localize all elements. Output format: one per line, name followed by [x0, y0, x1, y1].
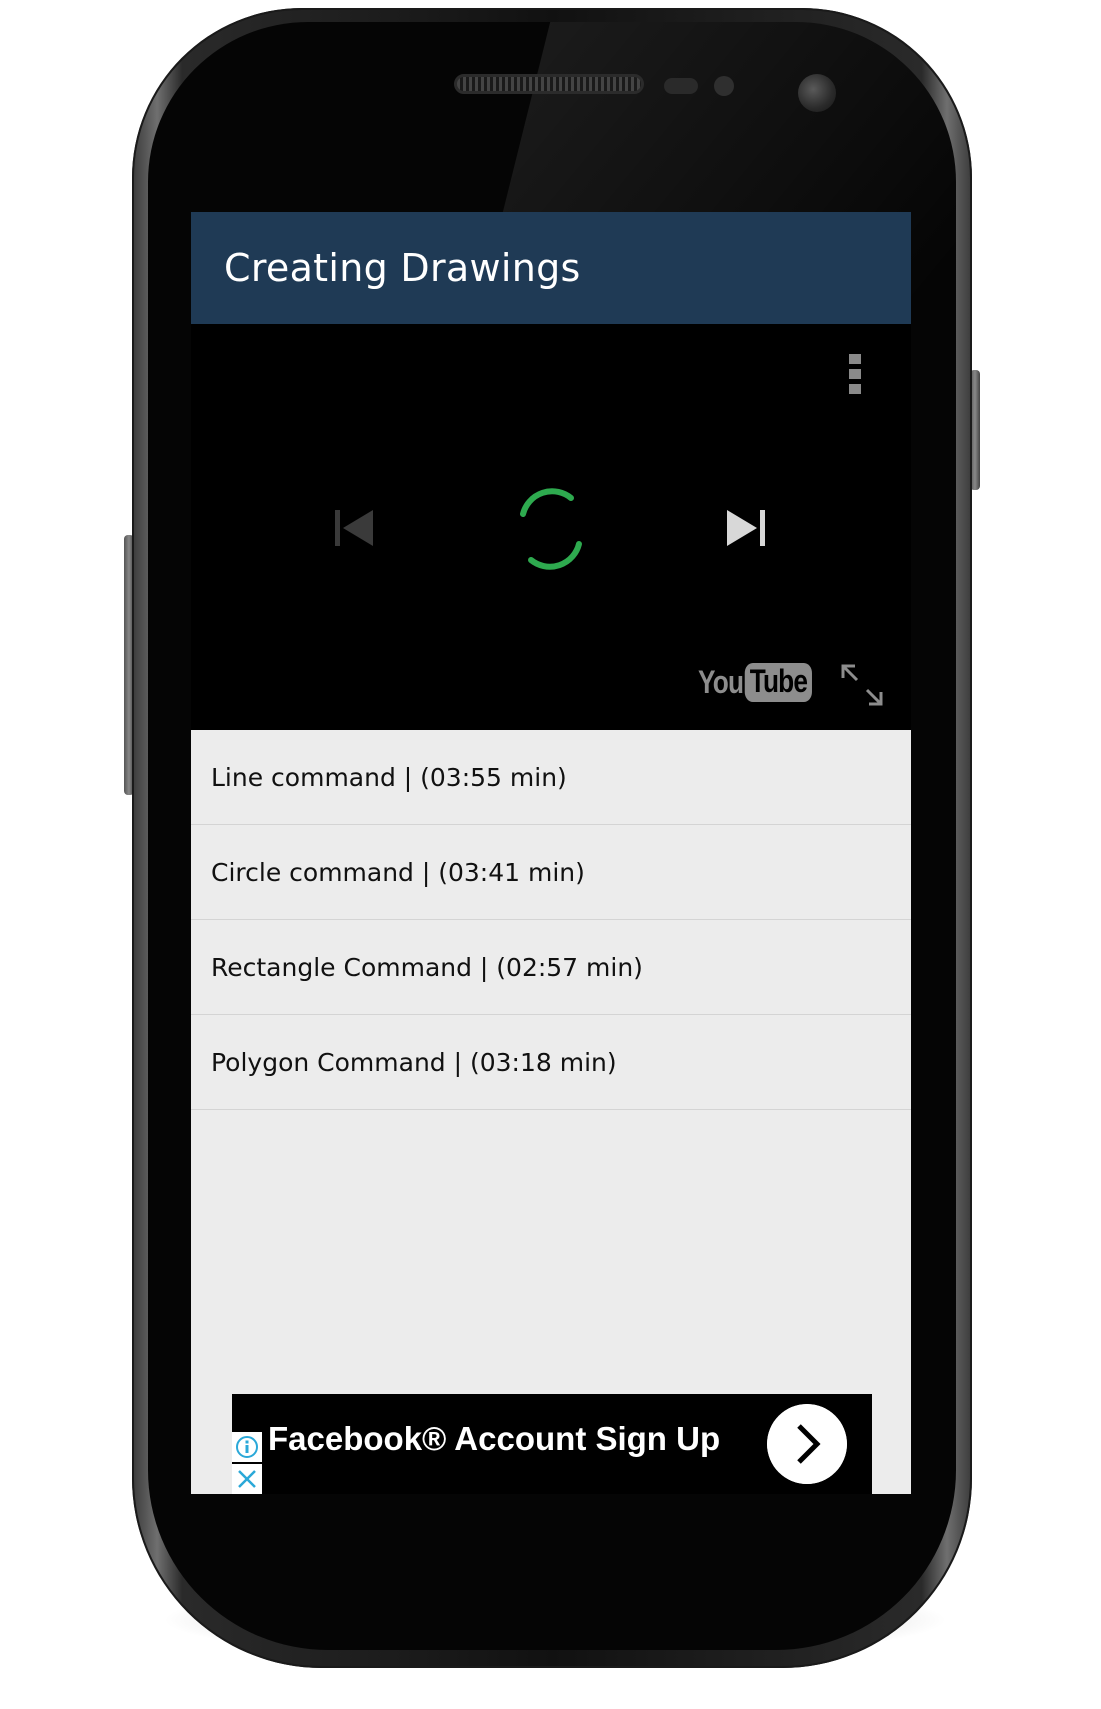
- skip-next-icon[interactable]: [721, 504, 769, 552]
- list-item[interactable]: Line command | (03:55 min): [191, 730, 911, 825]
- front-camera: [798, 74, 836, 112]
- youtube-logo-you: You: [698, 663, 744, 700]
- list-item[interactable]: Polygon Command | (03:18 min): [191, 1015, 911, 1110]
- fullscreen-icon[interactable]: [839, 662, 885, 708]
- skip-previous-icon[interactable]: [331, 504, 379, 552]
- close-icon[interactable]: [232, 1464, 262, 1494]
- earpiece-speaker: [454, 74, 644, 94]
- device-mockup: Creating Drawings You Tube Line command …: [0, 0, 1101, 1709]
- youtube-logo-tube: Tube: [744, 662, 813, 702]
- youtube-player[interactable]: You Tube: [191, 324, 911, 730]
- video-list: Line command | (03:55 min) Circle comman…: [191, 730, 911, 1110]
- ad-text[interactable]: Facebook® Account Sign Up: [268, 1420, 720, 1458]
- page-title: Creating Drawings: [224, 246, 581, 290]
- youtube-logo[interactable]: You Tube: [698, 660, 813, 704]
- loading-spinner-icon: [520, 488, 582, 570]
- ad-banner[interactable]: Facebook® Account Sign Up: [232, 1394, 872, 1494]
- app-bar: Creating Drawings: [191, 212, 911, 324]
- list-item[interactable]: Rectangle Command | (02:57 min): [191, 920, 911, 1015]
- app-screen: Creating Drawings You Tube Line command …: [191, 212, 911, 1494]
- light-sensor: [714, 76, 734, 96]
- chevron-right-icon[interactable]: [767, 1404, 847, 1484]
- proximity-sensor: [664, 78, 698, 94]
- more-vert-icon[interactable]: [845, 354, 865, 398]
- ad-info-icon[interactable]: [232, 1432, 262, 1462]
- list-item[interactable]: Circle command | (03:41 min): [191, 825, 911, 920]
